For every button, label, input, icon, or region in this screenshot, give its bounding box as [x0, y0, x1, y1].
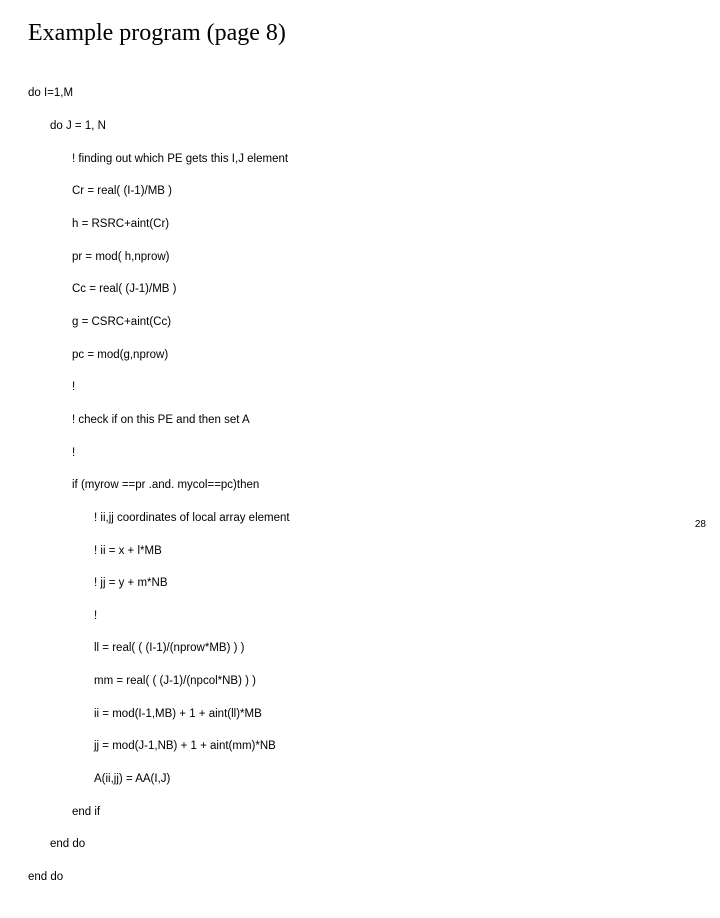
code-line: !: [28, 445, 692, 461]
code-line: end if: [28, 804, 692, 820]
code-block: do I=1,M do J = 1, N ! finding out which…: [28, 69, 692, 918]
code-line: if (myrow ==pr .and. mycol==pc)then: [28, 477, 692, 493]
slide: Example program (page 8) do I=1,M do J =…: [0, 0, 720, 918]
code-line: ii = mod(I-1,MB) + 1 + aint(ll)*MB: [28, 706, 692, 722]
code-line: do I=1,M: [28, 85, 692, 101]
code-line: ! ii = x + l*MB: [28, 543, 692, 559]
code-line: Cc = real( (J-1)/MB ): [28, 281, 692, 297]
code-line: ! ii,jj coordinates of local array eleme…: [28, 510, 692, 526]
code-line: ! check if on this PE and then set A: [28, 412, 692, 428]
code-line: ! jj = y + m*NB: [28, 575, 692, 591]
code-line: !: [28, 379, 692, 395]
code-line: ll = real( ( (I-1)/(nprow*MB) ) ): [28, 640, 692, 656]
page-title: Example program (page 8): [28, 20, 692, 47]
code-line: mm = real( ( (J-1)/(npcol*NB) ) ): [28, 673, 692, 689]
code-line: end do: [28, 869, 692, 885]
code-line: pr = mod( h,nprow): [28, 249, 692, 265]
code-line: Cr = real( (I-1)/MB ): [28, 183, 692, 199]
code-line: jj = mod(J-1,NB) + 1 + aint(mm)*NB: [28, 738, 692, 754]
code-line: pc = mod(g,nprow): [28, 347, 692, 363]
code-line: end do: [28, 836, 692, 852]
page-number: 28: [695, 519, 706, 530]
code-line: ! finding out which PE gets this I,J ele…: [28, 151, 692, 167]
code-line: h = RSRC+aint(Cr): [28, 216, 692, 232]
code-line: do J = 1, N: [28, 118, 692, 134]
code-line: A(ii,jj) = AA(I,J): [28, 771, 692, 787]
code-line: !: [28, 608, 692, 624]
code-line: g = CSRC+aint(Cc): [28, 314, 692, 330]
